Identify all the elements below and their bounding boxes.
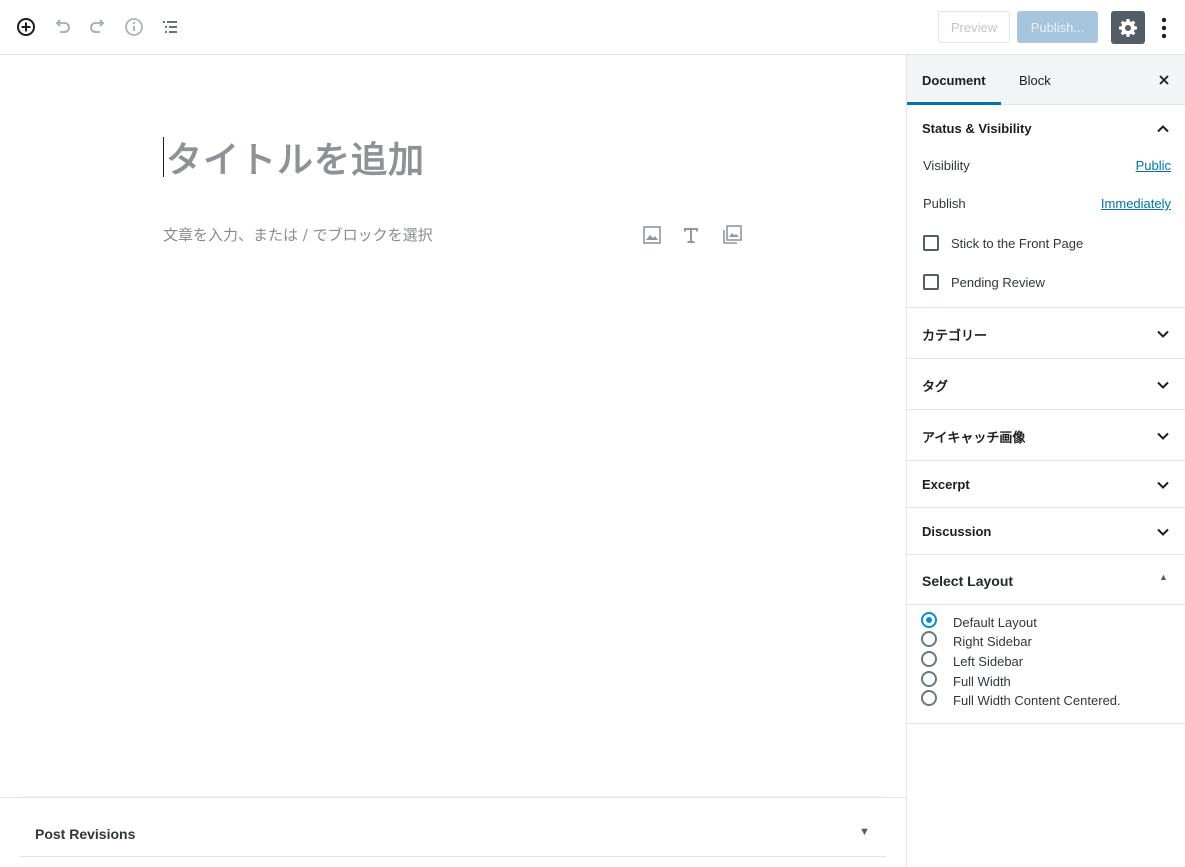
chevron-down-icon: [1155, 326, 1171, 342]
post-revisions-title: Post Revisions: [35, 826, 136, 842]
visibility-link[interactable]: Public: [1136, 158, 1171, 173]
undo-icon[interactable]: [49, 14, 75, 40]
chevron-up-icon[interactable]: [1155, 121, 1171, 137]
outline-icon[interactable]: [157, 14, 183, 40]
layout-option-label: Full Width Content Centered.: [953, 693, 1121, 708]
editor-toolbar: Preview Publish...: [0, 0, 1185, 55]
panel-title: カテゴリー: [922, 328, 988, 343]
tab-document[interactable]: Document: [907, 55, 1001, 105]
status-visibility-panel: Status & Visibility Visibility Public Pu…: [907, 105, 1185, 308]
layout-option-label: Default Layout: [953, 615, 1037, 630]
title-placeholder: タイトルを追加: [166, 139, 426, 181]
radio-full-width[interactable]: [921, 671, 937, 687]
publish-button[interactable]: Publish...: [1017, 11, 1098, 43]
publish-date-link[interactable]: Immediately: [1101, 196, 1171, 211]
info-icon[interactable]: [121, 14, 147, 40]
close-icon: [1159, 75, 1169, 85]
meta-boxes-area: Post Revisions ▼: [19, 797, 886, 859]
pending-review-checkbox[interactable]: [923, 274, 939, 290]
divider: [19, 856, 886, 857]
sidebar-header: Document Block: [907, 55, 1185, 105]
chevron-down-icon: [1155, 428, 1171, 444]
chevron-down-icon: [1155, 477, 1171, 493]
categories-panel[interactable]: カテゴリー: [907, 308, 1185, 359]
toggle-arrow-icon: ▲: [1159, 572, 1168, 582]
gallery-icon[interactable]: [721, 224, 743, 246]
excerpt-panel[interactable]: Excerpt: [907, 461, 1185, 508]
settings-sidebar: Document Block Status & Visibility Visib…: [906, 55, 1185, 867]
radio-right-sidebar[interactable]: [921, 631, 937, 647]
panel-title: Discussion: [922, 524, 992, 539]
layout-options: Default Layout Right Sidebar Left Sideba…: [907, 605, 1185, 724]
sticky-label: Stick to the Front Page: [951, 236, 1084, 251]
discussion-panel[interactable]: Discussion: [907, 508, 1185, 555]
post-title-field[interactable]: タイトルを追加: [163, 135, 425, 181]
sticky-checkbox[interactable]: [923, 235, 939, 251]
tab-block[interactable]: Block: [1004, 55, 1066, 105]
editor-canvas: タイトルを追加 文章を入力、または / でブロックを選択: [0, 55, 906, 867]
radio-full-width-centered[interactable]: [921, 690, 937, 706]
add-block-icon[interactable]: [13, 14, 39, 40]
close-sidebar-button[interactable]: [1155, 71, 1173, 89]
more-vertical-icon: [1161, 17, 1167, 38]
panel-title[interactable]: Status & Visibility: [922, 121, 1032, 136]
panel-title: Select Layout: [922, 573, 1014, 589]
chevron-down-icon: [1155, 524, 1171, 540]
tags-panel[interactable]: タグ: [907, 359, 1185, 410]
layout-option-label: Right Sidebar: [953, 634, 1032, 649]
layout-option-label: Full Width: [953, 674, 1011, 689]
chevron-down-icon: [1155, 377, 1171, 393]
redo-icon[interactable]: [85, 14, 111, 40]
default-block-appender[interactable]: 文章を入力、または / でブロックを選択: [163, 224, 433, 245]
panel-title: アイキャッチ画像: [922, 430, 1026, 445]
settings-button[interactable]: [1111, 11, 1145, 44]
preview-button[interactable]: Preview: [938, 11, 1010, 43]
layout-option-label: Left Sidebar: [953, 654, 1024, 669]
select-layout-header[interactable]: Select Layout ▲: [907, 555, 1185, 605]
radio-left-sidebar[interactable]: [921, 651, 937, 667]
toggle-arrow-icon[interactable]: ▼: [859, 826, 870, 838]
post-revisions-panel[interactable]: Post Revisions ▼: [19, 798, 886, 858]
pending-review-label: Pending Review: [951, 275, 1045, 290]
heading-icon[interactable]: [680, 224, 702, 246]
panel-title: Excerpt: [922, 477, 970, 492]
featured-image-panel[interactable]: アイキャッチ画像: [907, 410, 1185, 461]
visibility-label: Visibility: [923, 158, 970, 173]
image-icon[interactable]: [641, 224, 663, 246]
radio-default-layout[interactable]: [921, 612, 937, 628]
text-caret: [163, 137, 164, 177]
more-menu-button[interactable]: [1154, 14, 1174, 41]
panel-title: タグ: [922, 379, 949, 394]
gear-icon: [1119, 18, 1137, 37]
publish-label: Publish: [923, 196, 966, 211]
